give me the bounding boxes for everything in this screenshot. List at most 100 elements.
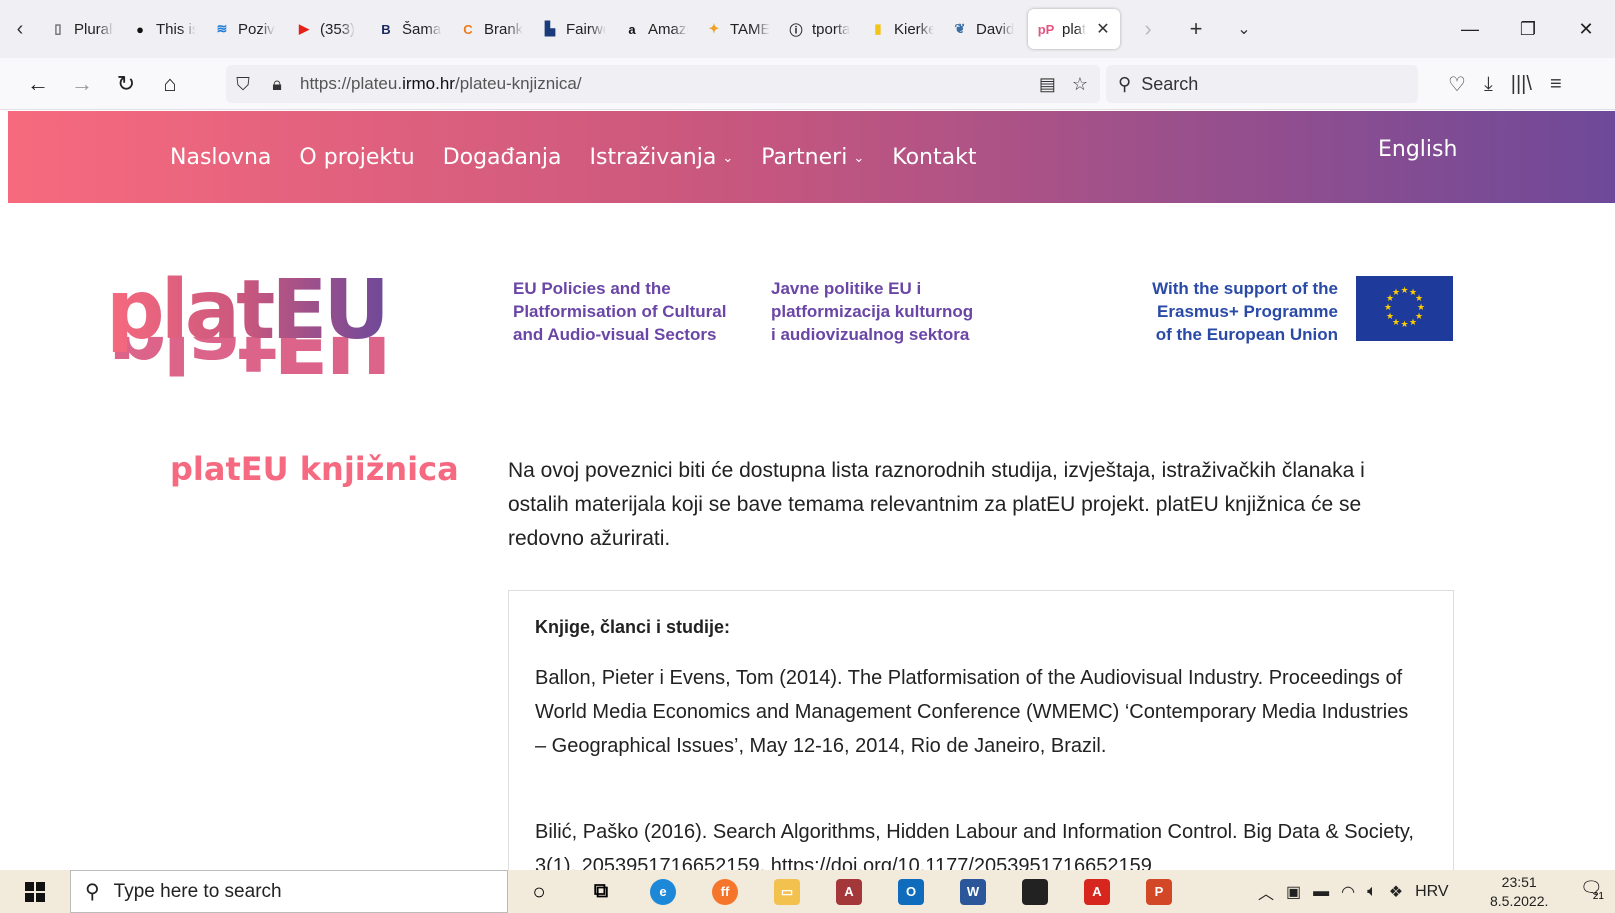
close-tab-icon[interactable]: ✕ [1096, 19, 1109, 39]
close-window-button[interactable]: ✕ [1557, 0, 1615, 58]
dots-icon: ● [136, 21, 144, 37]
tab-title: Fairwo [566, 20, 606, 38]
home-button[interactable]: ⌂ [148, 64, 192, 104]
tab-title: This is [156, 20, 196, 38]
clock[interactable]: 23:51 8.5.2022. [1490, 873, 1548, 911]
back-button[interactable]: ← [16, 64, 60, 104]
tagline-hr-line: platformizacija kulturnog [771, 302, 974, 321]
firefox-icon[interactable]: ff [694, 870, 756, 913]
menu-item-label: Istraživanja [589, 144, 717, 170]
volume-icon[interactable]: 🔈︎ [1367, 883, 1377, 901]
menu-item[interactable]: Događanja [443, 145, 562, 170]
wave-icon: ≋ [216, 21, 228, 36]
browser-tab[interactable]: ▮ Kierke [860, 9, 942, 49]
tab-title: Amazo [648, 20, 688, 38]
restore-button[interactable]: ❐ [1499, 0, 1557, 58]
browser-nav-bar: ← → ↻ ⌂ ⛉ 🔒︎ https://plateu.irmo.hr/plat… [0, 58, 1615, 110]
library-icon[interactable]: |||\ [1511, 73, 1532, 96]
eu-flag-icon: ★ ★ ★ ★ ★ ★ ★ ★ ★ ★ ★ ★ [1356, 276, 1453, 341]
tab-list: ▯ Plurali ● This is ≋ Poziv ▶ (353) B Šamar C Brank… [40, 9, 1124, 49]
tab-title: plat [1062, 20, 1087, 38]
battery-icon[interactable]: ▬ [1313, 883, 1329, 901]
lock-icon[interactable]: 🔒︎ [260, 74, 294, 95]
tagline-hr: Javne politike EU i platformizacija kult… [771, 277, 973, 346]
amazon-icon: a [628, 21, 636, 37]
access-icon[interactable]: A [818, 870, 880, 913]
tagline-hr-line: Javne politike EU i [771, 279, 922, 298]
menu-item[interactable]: Kontakt [892, 145, 976, 170]
library-box: Knjige, članci i studije: Ballon, Pieter… [508, 590, 1454, 890]
outlook-icon[interactable]: O [880, 870, 942, 913]
downloads-icon[interactable]: ⤓ [1484, 73, 1493, 96]
browser-tab[interactable]: B Šamar [368, 9, 450, 49]
url-text[interactable]: https://plateu.irmo.hr/plateu-knjiznica/ [300, 74, 582, 94]
list-tabs-button[interactable]: ⌄ [1220, 0, 1268, 58]
reader-view-icon[interactable]: ▤ [1039, 74, 1056, 95]
browser-tab[interactable]: a Amazo [614, 9, 696, 49]
browser-tab[interactable]: pP plat ✕ [1028, 9, 1120, 49]
language-link[interactable]: English [1378, 137, 1457, 162]
search-bar[interactable]: ⚲ Search [1106, 65, 1418, 103]
search-icon: ⚲ [1118, 73, 1132, 94]
menu-item-label: Partneri [761, 144, 848, 170]
site-header: Naslovna O projektu Događanja Istraživanja ⌄… [8, 111, 1615, 203]
menu-item[interactable]: Istraživanja ⌄ [590, 145, 734, 170]
browser-tab[interactable]: ❦ David [942, 9, 1024, 49]
acrobat-icon[interactable]: A [1066, 870, 1128, 913]
url-bar[interactable]: ⛉ 🔒︎ https://plateu.irmo.hr/plateu-knjiz… [226, 65, 1100, 103]
file-explorer-icon[interactable]: ▭ [756, 870, 818, 913]
new-tab-button[interactable]: + [1172, 0, 1220, 58]
notification-center-icon[interactable]: 🗨︎21 [1580, 878, 1614, 902]
word-icon[interactable]: W [942, 870, 1004, 913]
windows-start-button[interactable] [0, 870, 70, 913]
support-line: Erasmus+ Programme [1157, 302, 1338, 321]
forward-button[interactable]: → [60, 64, 104, 104]
browser-tab[interactable]: ▙ Fairwo [532, 9, 614, 49]
powerpoint-icon[interactable]: P [1128, 870, 1190, 913]
input-language[interactable]: HRV [1415, 883, 1449, 901]
tagline-en: EU Policies and the Platformisation of C… [513, 277, 726, 346]
minimize-button[interactable]: — [1441, 0, 1499, 58]
svg-text:★: ★ [1400, 320, 1408, 330]
tracking-shield-icon[interactable]: ⛉ [226, 74, 260, 95]
search-icon: ⚲ [85, 881, 100, 903]
taskbar-search[interactable]: ⚲ Type here to search [70, 870, 508, 913]
tagline-hr-line: i audiovizualnog sektora [771, 325, 970, 344]
browser-tab[interactable]: ▯ Plurali [40, 9, 122, 49]
meet-now-icon[interactable]: ▣ [1286, 882, 1301, 902]
tray-overflow-icon[interactable]: ︿ [1258, 880, 1274, 904]
tab-scroll-left-icon[interactable]: ‹ [0, 0, 40, 58]
platEU-logo[interactable]: platEU platEU [106, 270, 426, 390]
browser-tab[interactable]: ⓘ tporta [778, 9, 860, 49]
browser-tab[interactable]: ▶ (353) [286, 9, 368, 49]
cortana-icon[interactable]: ○ [508, 870, 570, 913]
b-icon: B [381, 21, 391, 37]
pocket-icon[interactable]: ♡ [1448, 72, 1466, 97]
browser-tab[interactable]: ● This is [122, 9, 204, 49]
tab-title: tporta [812, 20, 851, 38]
windows-logo-icon [25, 881, 45, 902]
menu-item[interactable]: O projektu [299, 145, 414, 170]
svg-text:★: ★ [1400, 286, 1408, 296]
sticky-notes-icon[interactable] [1004, 870, 1066, 913]
menu-item[interactable]: Naslovna [170, 145, 271, 170]
edge-icon[interactable]: e [632, 870, 694, 913]
task-view-icon[interactable]: ⧉ [570, 870, 632, 913]
dropbox-icon[interactable]: ❖ [1389, 882, 1403, 902]
browser-tab[interactable]: ≋ Poziv [204, 9, 286, 49]
browser-tab[interactable]: C Brank [450, 9, 532, 49]
main-menu: Naslovna O projektu Događanja Istraživanja ⌄… [170, 111, 976, 203]
bookmark-star-icon[interactable]: ☆ [1072, 74, 1088, 95]
svg-text:★: ★ [1384, 303, 1392, 313]
menu-icon[interactable]: ≡ [1550, 73, 1562, 96]
wifi-icon[interactable]: ◠ [1341, 882, 1355, 902]
tab-title: Šamar [402, 20, 442, 38]
building-icon: ▙ [545, 21, 555, 36]
reload-button[interactable]: ↻ [104, 64, 148, 104]
svg-text:★: ★ [1386, 312, 1394, 322]
menu-item[interactable]: Partneri ⌄ [761, 145, 864, 170]
tab-scroll-right-icon[interactable]: › [1124, 0, 1172, 58]
tab-title: Plurali [74, 20, 114, 38]
windows-taskbar: ⚲ Type here to search ○ ⧉ e ff ▭ A O W A… [0, 870, 1615, 913]
browser-tab[interactable]: ✦ TAME [696, 9, 778, 49]
